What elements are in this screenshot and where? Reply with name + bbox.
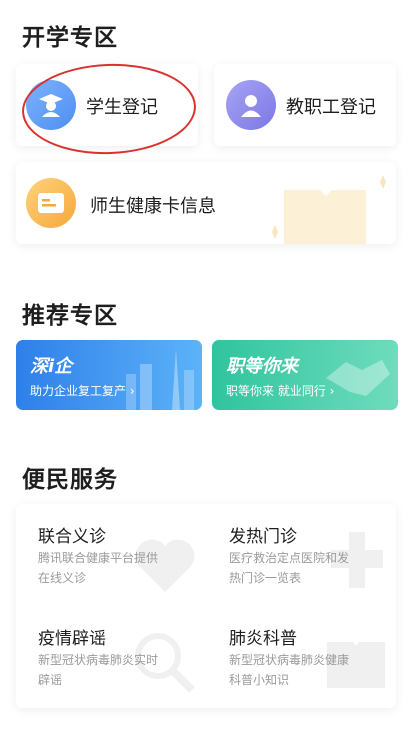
service-yizhen[interactable]: 联合义诊 腾讯联合健康平台提供在线义诊 (38, 522, 208, 602)
health-card-label: 师生健康卡信息 (90, 196, 216, 217)
promo1-title: 深i企 (30, 356, 73, 377)
promo2-subtitle: 职等你来 就业同行 › (226, 384, 335, 398)
service-title: 疫情辟谣 (38, 629, 106, 649)
service-title: 肺炎科普 (229, 629, 297, 649)
book-illustration-icon (272, 175, 386, 244)
promo-card-shenqi[interactable]: 深i企 助力企业复工复产 › (16, 340, 202, 410)
health-card-info-card[interactable]: 师生健康卡信息 (16, 162, 396, 244)
service-title: 发热门诊 (229, 527, 297, 547)
student-register-label: 学生登记 (86, 97, 158, 118)
service-piyao[interactable]: 疫情辟谣 新型冠状病毒肺炎实时辟谣 (38, 624, 208, 704)
service-fare[interactable]: 发热门诊 医疗救治定点医院和发热门诊一览表 (229, 522, 389, 602)
promo1-subtitle: 助力企业复工复产 › (30, 384, 135, 398)
section-title-bianmin: 便民服务 (22, 467, 118, 493)
id-card-icon (26, 178, 76, 228)
promo-card-zhidengnilai[interactable]: 职等你来 职等你来 就业同行 › (212, 340, 398, 410)
services-panel: 联合义诊 腾讯联合健康平台提供在线义诊 发热门诊 医疗救治定点医院和发热门诊一览… (16, 504, 396, 708)
service-kepu[interactable]: 肺炎科普 新型冠状病毒肺炎健康科普小知识 (229, 624, 389, 704)
service-desc: 腾讯联合健康平台提供在线义诊 (38, 551, 159, 585)
staff-register-label: 教职工登记 (286, 97, 376, 118)
service-title: 联合义诊 (38, 527, 106, 547)
person-icon (226, 80, 276, 130)
graduate-icon (26, 80, 76, 130)
section-title-tuijian: 推荐专区 (22, 303, 118, 329)
service-desc: 新型冠状病毒肺炎实时辟谣 (38, 653, 159, 687)
service-desc: 医疗救治定点医院和发热门诊一览表 (229, 551, 350, 585)
promo2-title: 职等你来 (226, 356, 298, 377)
student-register-card[interactable]: 学生登记 (16, 64, 198, 146)
staff-register-card[interactable]: 教职工登记 (214, 64, 396, 146)
service-desc: 新型冠状病毒肺炎健康科普小知识 (229, 653, 350, 687)
section-title-kaixue: 开学专区 (22, 25, 118, 51)
city-skyline-icon (126, 348, 194, 410)
